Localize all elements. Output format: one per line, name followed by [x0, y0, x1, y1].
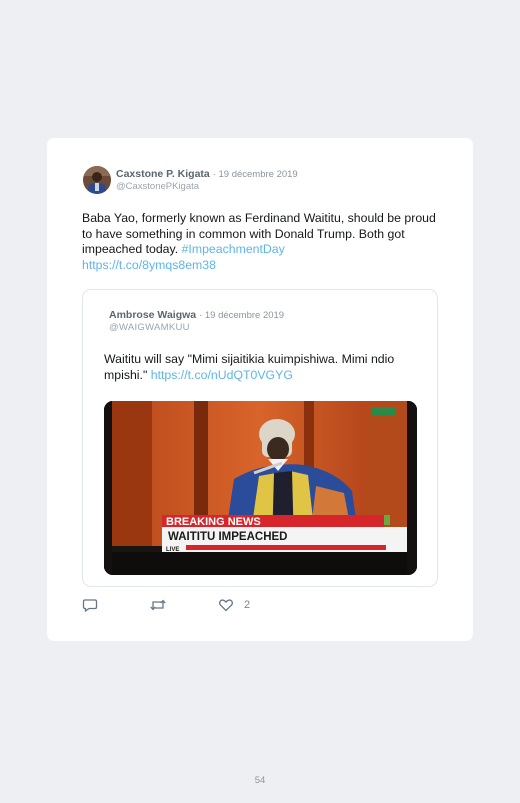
quoted-url-link[interactable]: https://t.co/nUdQT0VGYG: [151, 368, 293, 382]
tweet-date[interactable]: · 19 décembre 2019: [213, 169, 298, 180]
page-number: 54: [254, 775, 266, 786]
breaking-news-text: BREAKING NEWS: [166, 516, 261, 528]
reply-button[interactable]: [82, 596, 98, 614]
retweet-button[interactable]: [149, 596, 167, 614]
headline-text: WAITITU IMPEACHED: [168, 531, 287, 543]
quoted-media-image[interactable]: BREAKING NEWS WAITITU IMPEACHED LIVE: [104, 401, 417, 575]
like-button[interactable]: 2: [218, 596, 250, 614]
quoted-handle[interactable]: @WAIGWAMKUU: [109, 322, 190, 333]
quoted-display-name[interactable]: Ambrose Waigwa: [109, 309, 196, 321]
quoted-tweet[interactable]: Ambrose Waigwa · 19 décembre 2019 @WAIGW…: [82, 289, 438, 587]
retweet-icon: [150, 599, 166, 611]
tweet-text: Baba Yao, formerly known as Ferdinand Wa…: [82, 211, 442, 273]
hashtag-link[interactable]: #ImpeachmentDay: [182, 242, 285, 256]
speech-bubble-icon: [82, 599, 98, 613]
avatar[interactable]: [83, 166, 111, 194]
tweet-url-link[interactable]: https://t.co/8ymqs8em38: [82, 258, 216, 272]
like-count: 2: [244, 599, 251, 611]
author-name[interactable]: Caxstone P. Kigata · 19 décembre 2019: [116, 168, 298, 180]
quoted-text: Waititu will say "Mimi sijaitikia kuimpi…: [104, 352, 404, 383]
heart-icon: [219, 599, 233, 612]
author-display-name[interactable]: Caxstone P. Kigata: [116, 168, 210, 180]
quoted-date[interactable]: · 19 décembre 2019: [199, 310, 284, 321]
tweet-card: Caxstone P. Kigata · 19 décembre 2019 @C…: [47, 138, 473, 641]
quoted-author-name[interactable]: Ambrose Waigwa · 19 décembre 2019: [109, 309, 284, 321]
tweet-actions: 2: [82, 596, 382, 614]
avatar-image: [83, 166, 111, 194]
tv-screen-photo: BREAKING NEWS WAITITU IMPEACHED LIVE: [104, 401, 417, 575]
author-handle[interactable]: @CaxstonePKigata: [116, 181, 199, 192]
